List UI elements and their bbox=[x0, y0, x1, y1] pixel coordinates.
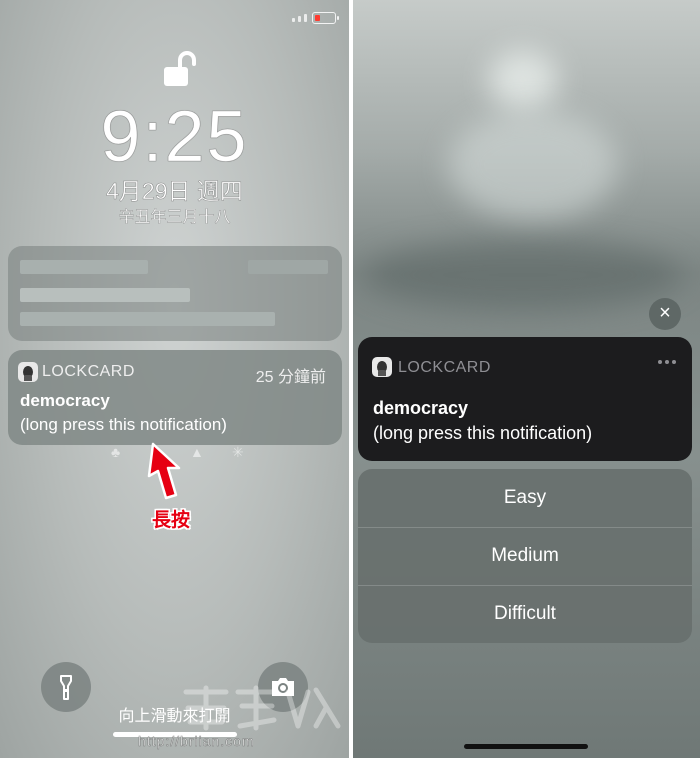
lockcard-app-icon bbox=[372, 357, 392, 377]
notification-body: (long press this notification) bbox=[20, 415, 227, 434]
lunar-date: 辛丑年三月十八 bbox=[118, 209, 231, 226]
close-icon: × bbox=[659, 302, 671, 324]
lock-screen: 9:25 4月29日 週四 辛丑年三月十八 LOCKCARD 25 分鐘前 de… bbox=[0, 0, 349, 758]
blurred-notification[interactable] bbox=[8, 246, 342, 341]
tree-icon: ♣ bbox=[111, 444, 121, 460]
notification-time: 25 分鐘前 bbox=[255, 369, 326, 386]
expanded-lockcard-notification[interactable]: LOCKCARD democracy (long press this noti… bbox=[358, 337, 692, 461]
more-options-icon[interactable] bbox=[658, 360, 676, 364]
close-button[interactable]: × bbox=[649, 298, 681, 330]
action-medium[interactable]: Medium bbox=[358, 527, 692, 585]
blurred-background bbox=[448, 110, 618, 220]
annotation-label: 長按 bbox=[152, 510, 191, 531]
lockcard-app-icon bbox=[18, 362, 38, 382]
notification-app-name: LOCKCARD bbox=[398, 359, 491, 376]
blurred-background bbox=[363, 240, 683, 310]
signal-icon bbox=[292, 14, 307, 22]
notification-action-menu: Easy Medium Difficult bbox=[358, 469, 692, 643]
notification-title: democracy bbox=[373, 398, 469, 418]
tree-icon: ✳ bbox=[232, 444, 244, 460]
home-indicator[interactable] bbox=[464, 744, 588, 749]
unlocked-padlock-icon bbox=[164, 51, 196, 86]
tree-icon: ▲ bbox=[190, 444, 204, 460]
watermark-logo bbox=[183, 685, 341, 731]
action-difficult[interactable]: Difficult bbox=[358, 585, 692, 643]
notification-title: democracy bbox=[20, 391, 110, 410]
lockcard-notification[interactable]: LOCKCARD 25 分鐘前 democracy (long press th… bbox=[8, 350, 342, 445]
lock-date: 4月29日 週四 bbox=[106, 178, 243, 205]
blurred-background bbox=[488, 50, 558, 110]
notification-app-name: LOCKCARD bbox=[42, 363, 135, 380]
lock-clock: 9:25 bbox=[100, 97, 249, 178]
notification-body: (long press this notification) bbox=[373, 423, 593, 443]
battery-icon bbox=[312, 12, 339, 24]
watermark-url: http://briian.com bbox=[138, 733, 255, 750]
action-easy[interactable]: Easy bbox=[358, 469, 692, 527]
annotation-arrow-icon bbox=[147, 442, 181, 500]
